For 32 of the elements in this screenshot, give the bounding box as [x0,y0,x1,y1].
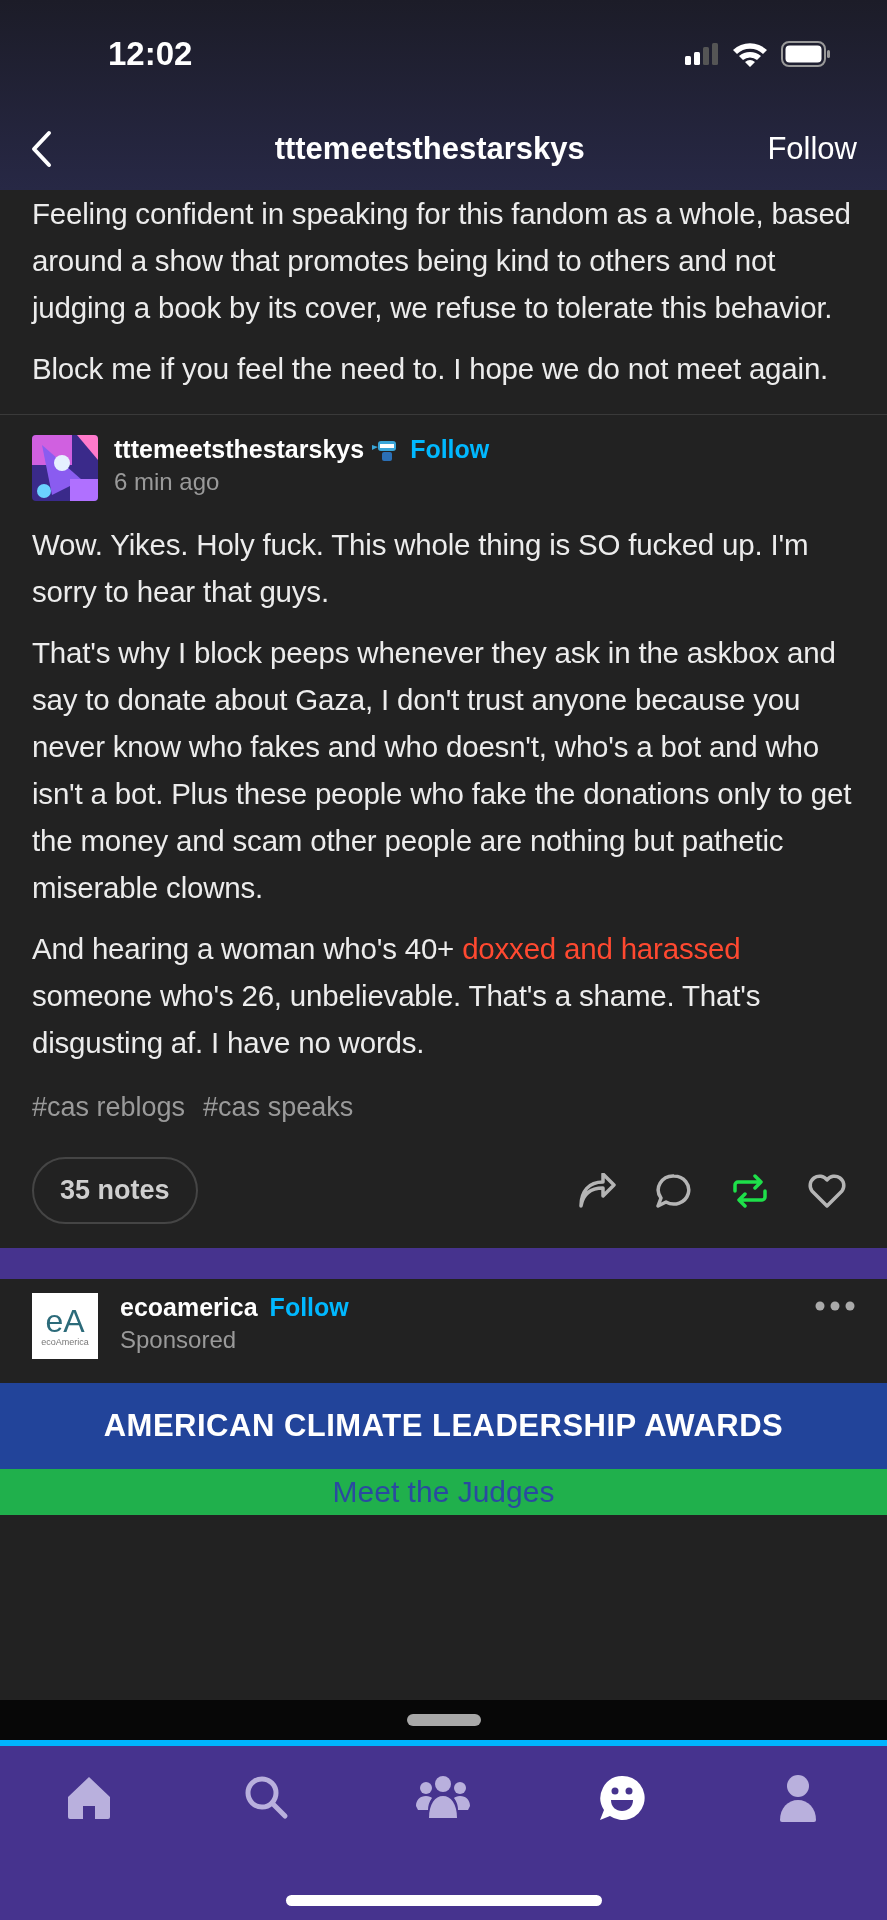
back-icon[interactable] [30,130,52,168]
post-paragraph: And hearing a woman who's 40+ doxxed and harassed someone who's 26, unbelievable. That's a shame. That's disgusting af. I have no words. [32,931,762,1061]
status-time: 12:02 [108,35,193,73]
notes-button[interactable]: 35 notes [32,1157,198,1224]
share-icon[interactable] [577,1172,617,1209]
post-tag[interactable]: #cas reblogs [32,1092,186,1123]
advertiser-logo: eA ecoAmerica [32,1293,98,1359]
more-icon[interactable] [815,1301,855,1311]
follow-button[interactable]: Follow [410,435,490,464]
signal-icon [685,43,719,65]
post-paragraph: That's why I block peeps whenever they ask in the askbox and say to donate about Gaza, I don't trust anyone because you never know who fakes and who doesn't, who's a bot and who isn't a bot. Plus these people who fake the donations only to get the money and scam other people are nothing but pathetic miserable clowns. [32,635,853,906]
blog-title: tttemeetsthestarskys [273,131,586,167]
post-paragraph: Feeling confident in speaking for this fandom as a whole, based around a show that promotes being kind to others and not judging a book by its cover, we refuse to tolerate this behavior. [32,196,852,326]
post-time: 6 min ago [114,468,221,496]
battery-icon [781,41,831,67]
sponsored-label: Sponsored [120,1326,238,1354]
follow-button[interactable]: Follow [269,1293,349,1322]
reblog-icon[interactable] [731,1172,769,1209]
post-tag[interactable]: #cas speaks [203,1092,354,1123]
advertiser-name[interactable]: ecoamerica [120,1293,258,1322]
follow-button[interactable]: Follow [767,131,857,167]
username[interactable]: tttemeetsthestarskys [114,435,365,464]
wifi-icon [731,40,769,68]
post-paragraph: Block me if you feel the need to. I hope we do not meet again. [32,351,830,387]
heart-icon[interactable] [807,1172,847,1209]
ad-banner[interactable]: AMERICAN CLIMATE LEADERSHIP AWARDS [0,1383,887,1469]
banner-title: AMERICAN CLIMATE LEADERSHIP AWARDS [103,1408,784,1444]
comment-icon[interactable] [655,1172,693,1209]
cta-text: Meet the Judges [332,1477,555,1507]
drag-handle[interactable] [406,1714,481,1726]
post-link[interactable]: doxxed and harassed [462,932,741,965]
post-paragraph: Wow. Yikes. Holy fuck. This whole thing is SO fucked up. I'm sorry to hear that guys. [32,527,810,610]
